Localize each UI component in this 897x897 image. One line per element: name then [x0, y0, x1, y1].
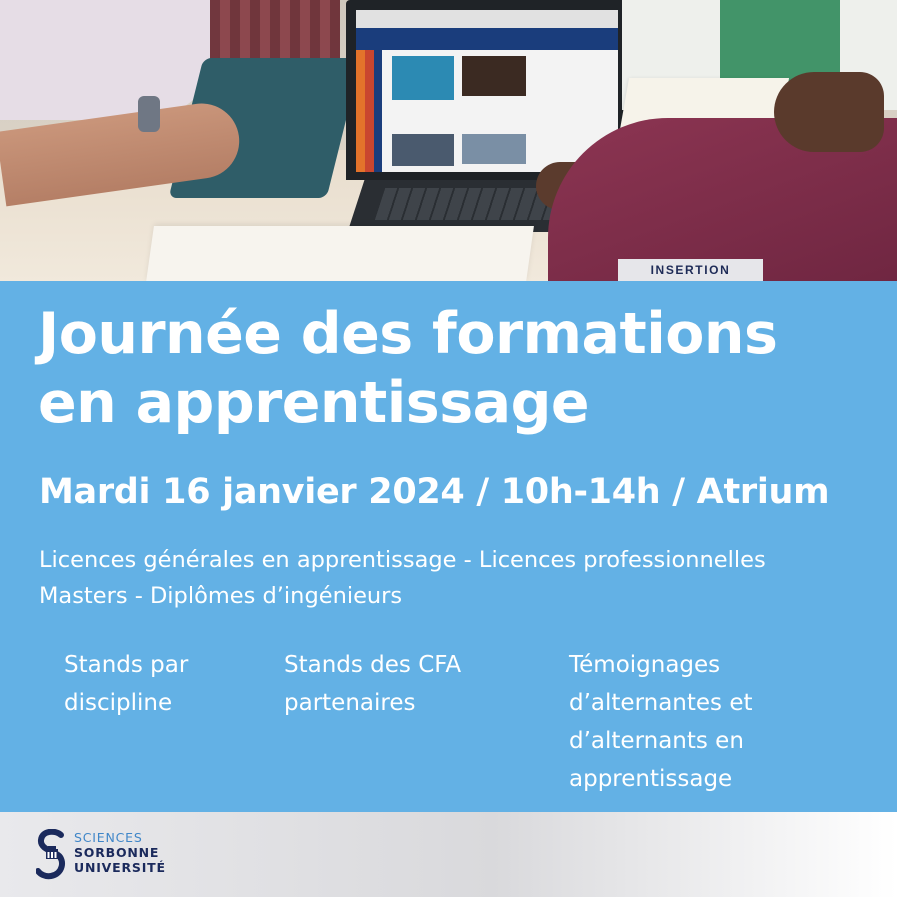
feature-stands-discipline: Stands par discipline — [64, 646, 188, 722]
logo-line: SORBONNE — [74, 845, 160, 860]
feature-testimonials: Témoignages d’alternantes et d’alternant… — [569, 646, 753, 798]
laptop-display — [356, 10, 618, 172]
sorbonne-s-logo-icon — [36, 829, 66, 880]
logo-line: UNIVERSITÉ — [74, 860, 166, 875]
feature-line: partenaires — [284, 690, 416, 716]
feature-line: Stands par — [64, 652, 189, 678]
feature-line: d’alternantes et — [569, 690, 753, 716]
logo-wordmark: SCIENCES SORBONNE UNIVERSITÉ — [74, 830, 166, 875]
feature-line: d’alternants en — [569, 728, 744, 754]
feature-line: Témoignages — [569, 652, 721, 678]
logo-line: SCIENCES — [74, 830, 143, 845]
category-tag: INSERTION — [618, 259, 763, 281]
event-poster: INSERTION Journée des formations en appr… — [0, 0, 897, 897]
website-header — [356, 28, 618, 50]
event-title-line: en apprentissage — [38, 370, 590, 436]
feature-line: Stands des CFA — [284, 652, 462, 678]
header-photo — [0, 0, 897, 282]
event-title-line: Journée des formations — [38, 301, 778, 367]
programs-line: Licences générales en apprentissage - Li… — [39, 547, 766, 573]
browser-bar — [356, 10, 618, 28]
event-details: Mardi 16 janvier 2024 / 10h-14h / Atrium — [39, 472, 830, 512]
person-left-hoodie — [0, 0, 220, 120]
person-right-hand — [774, 72, 884, 152]
feature-line: apprentissage — [569, 766, 733, 792]
feature-line: discipline — [64, 690, 173, 716]
programs-list: Licences générales en apprentissage - Li… — [39, 542, 889, 614]
wrist-watch — [138, 96, 160, 132]
website-image — [462, 134, 526, 164]
category-tag-label: INSERTION — [650, 263, 731, 277]
website-side-banner — [356, 50, 382, 172]
website-image — [392, 56, 454, 100]
sciences-sorbonne-logo: SCIENCES SORBONNE UNIVERSITÉ — [36, 829, 166, 881]
programs-line: Masters - Diplômes d’ingénieurs — [39, 583, 403, 609]
website-image — [462, 56, 526, 96]
paper-sheet — [146, 226, 534, 282]
event-title: Journée des formations en apprentissage — [38, 300, 888, 438]
website-image — [392, 134, 454, 166]
feature-stands-cfa: Stands des CFA partenaires — [284, 646, 461, 722]
